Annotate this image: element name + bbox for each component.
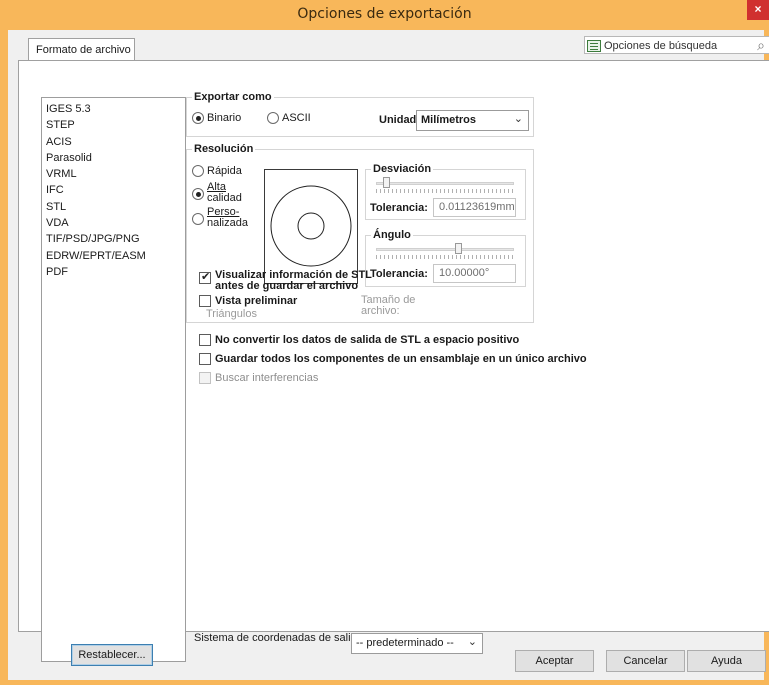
slider-ticks xyxy=(376,255,514,259)
dialog-window: Opciones de exportación × Formato de arc… xyxy=(0,0,769,685)
search-options-box[interactable]: Opciones de búsqueda ⌕ xyxy=(584,36,769,54)
list-item[interactable]: STEP xyxy=(46,117,185,133)
search-options-label: Opciones de búsqueda xyxy=(604,40,718,52)
reset-button[interactable]: Restablecer... xyxy=(71,644,153,666)
list-item[interactable]: ACIS xyxy=(46,134,185,150)
show-stl-info-checkbox[interactable]: Visualizar información de STL antes de g… xyxy=(199,270,372,292)
ascii-label: ASCII xyxy=(282,112,311,124)
dialog-client-area: Formato de archivo Opciones de búsqueda … xyxy=(8,30,769,680)
checkbox-box xyxy=(199,270,211,284)
format-list[interactable]: IGES 5.3 STEP ACIS Parasolid VRML IFC ST… xyxy=(41,97,186,662)
slider-track xyxy=(376,182,514,185)
search-icon[interactable]: ⌕ xyxy=(757,37,765,54)
unit-label: Unidad xyxy=(379,114,417,126)
coord-system-value: -- predeterminado -- xyxy=(356,637,454,649)
check-interference-checkbox: Buscar interferencias xyxy=(199,372,318,384)
binary-label: Binario xyxy=(207,112,242,124)
show-stl-info-line-2: antes de guardar el archivo xyxy=(215,280,359,292)
list-item[interactable]: IFC xyxy=(46,182,185,198)
list-item-selected[interactable]: STL xyxy=(46,199,185,215)
save-all-label: Guardar todos los componentes de un ensa… xyxy=(215,353,587,365)
help-button[interactable]: Ayuda xyxy=(687,650,766,672)
checkbox-box xyxy=(199,334,211,346)
deviation-tolerance-field[interactable]: 0.01123619mm xyxy=(433,198,516,217)
save-all-checkbox[interactable]: Guardar todos los componentes de un ensa… xyxy=(199,353,587,365)
cancel-button[interactable]: Cancelar xyxy=(606,650,685,672)
list-item[interactable]: IGES 5.3 xyxy=(46,101,185,117)
export-as-title: Exportar como xyxy=(192,91,274,103)
coord-system-select[interactable]: -- predeterminado -- ⌄ xyxy=(351,633,483,654)
check-interference-label: Buscar interferencias xyxy=(215,372,319,384)
radio-dot xyxy=(267,112,279,124)
list-item[interactable]: TIF/PSD/JPG/PNG xyxy=(46,231,185,247)
angle-title: Ángulo xyxy=(371,229,413,241)
deviation-title: Desviación xyxy=(371,163,434,175)
deviation-slider[interactable] xyxy=(376,177,514,193)
file-size-label: Tamaño de archivo: xyxy=(361,295,415,317)
slider-thumb[interactable] xyxy=(383,177,390,188)
radio-dot xyxy=(192,165,204,177)
preview-checkbox[interactable]: Vista preliminar xyxy=(199,295,297,307)
rapid-label: Rápida xyxy=(207,165,242,177)
checkbox-box xyxy=(199,353,211,365)
coord-system-label: Sistema de coordenadas de salida: xyxy=(194,632,366,644)
radio-dot xyxy=(192,188,204,200)
slider-track xyxy=(376,248,514,251)
high-quality-radio[interactable]: Alta calidad xyxy=(192,182,242,204)
checkbox-box xyxy=(199,295,211,307)
triangles-label: Triángulos xyxy=(206,308,257,320)
file-size-line-2: archivo: xyxy=(361,305,400,317)
list-item[interactable]: PDF xyxy=(46,264,185,280)
deviation-tolerance-label: Tolerancia: xyxy=(370,202,428,214)
high-quality-line-2: calidad xyxy=(207,192,242,204)
custom-radio[interactable]: Perso- nalizada xyxy=(192,207,248,229)
rapid-radio[interactable]: Rápida xyxy=(192,165,242,177)
radio-dot xyxy=(192,112,204,124)
window-title: Opciones de exportación xyxy=(297,6,472,22)
close-button[interactable]: × xyxy=(747,0,769,20)
preview-label: Vista preliminar xyxy=(215,295,298,307)
list-item[interactable]: EDRW/EPRT/EASM xyxy=(46,248,185,264)
high-quality-label: Alta calidad xyxy=(207,182,242,204)
no-convert-label: No convertir los datos de salida de STL … xyxy=(215,334,520,346)
list-item[interactable]: VRML xyxy=(46,166,185,182)
list-item[interactable]: VDA xyxy=(46,215,185,231)
chevron-down-icon: ⌄ xyxy=(467,636,477,648)
ascii-radio[interactable]: ASCII xyxy=(267,112,311,124)
custom-line-2: nalizada xyxy=(207,217,248,229)
tab-panel: IGES 5.3 STEP ACIS Parasolid VRML IFC ST… xyxy=(18,60,769,666)
unit-select[interactable]: Milímetros ⌄ xyxy=(416,110,529,131)
resolution-title: Resolución xyxy=(192,143,256,155)
slider-ticks xyxy=(376,189,514,193)
unit-value: Milímetros xyxy=(421,114,477,126)
slider-thumb[interactable] xyxy=(455,243,462,254)
custom-label: Perso- nalizada xyxy=(207,207,248,229)
show-stl-info-label: Visualizar información de STL antes de g… xyxy=(215,270,372,292)
chevron-down-icon: ⌄ xyxy=(513,113,523,125)
no-convert-checkbox[interactable]: No convertir los datos de salida de STL … xyxy=(199,334,519,346)
accept-button[interactable]: Aceptar xyxy=(515,650,594,672)
list-item[interactable]: Parasolid xyxy=(46,150,185,166)
mesh-preview xyxy=(264,169,358,284)
title-bar: Opciones de exportación × xyxy=(0,0,769,30)
tab-file-format[interactable]: Formato de archivo xyxy=(28,38,135,61)
radio-dot xyxy=(192,213,204,225)
checkbox-box xyxy=(199,372,211,384)
angle-tolerance-label: Tolerancia: xyxy=(370,268,428,280)
angle-slider[interactable] xyxy=(376,243,514,259)
angle-tolerance-field[interactable]: 10.00000° xyxy=(433,264,516,283)
preview-circles-icon xyxy=(270,185,352,267)
list-icon xyxy=(587,40,601,52)
binary-radio[interactable]: Binario xyxy=(192,112,241,124)
